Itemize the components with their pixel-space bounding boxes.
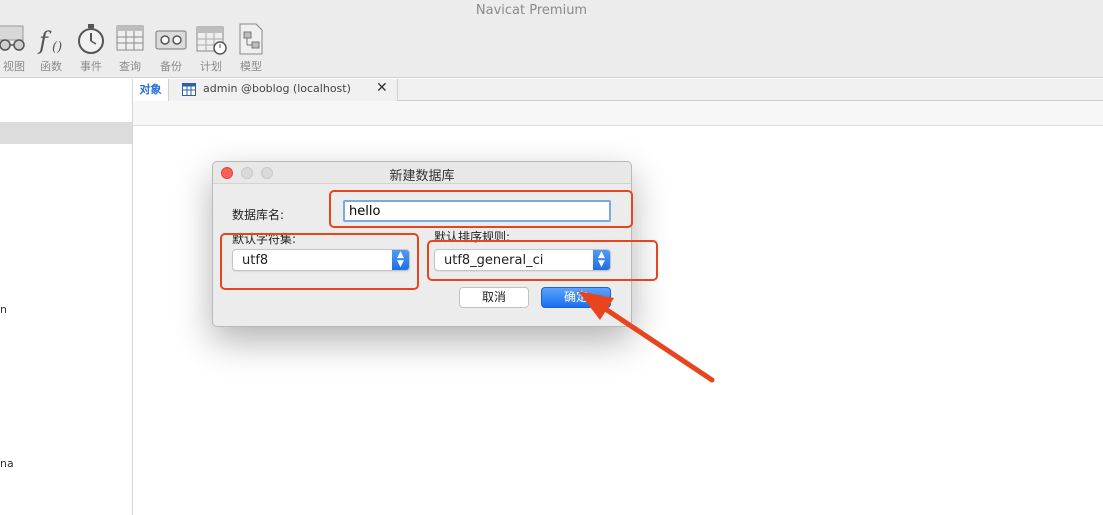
charset-select[interactable]: utf8 ▲ ▼ xyxy=(232,249,410,271)
tab-bar: 对象 admin @boblog (localhost) ✕ xyxy=(133,79,1103,101)
close-icon[interactable]: ✕ xyxy=(376,80,388,96)
tab-table-label: admin @boblog (localhost) xyxy=(203,82,351,95)
dialog-title: 新建数据库 xyxy=(389,169,455,184)
toolbar-model-button[interactable]: 模型 xyxy=(231,22,271,74)
database-name-label: 数据库名: xyxy=(232,208,285,222)
toolbar-query-button[interactable]: 查询 xyxy=(110,22,150,74)
query-table-icon xyxy=(116,25,144,51)
stopwatch-icon xyxy=(78,24,104,54)
database-name-input[interactable] xyxy=(343,200,611,222)
chevron-updown-icon: ▲ ▼ xyxy=(392,250,409,270)
toolbar-backup-label: 备份 xyxy=(160,60,182,73)
collation-select[interactable]: utf8_general_ci ▲ ▼ xyxy=(434,249,611,271)
calendar-schedule-icon xyxy=(196,26,227,55)
glasses-view-icon xyxy=(0,25,25,51)
model-diagram-icon xyxy=(239,23,263,55)
toolbar-event-button[interactable]: 事件 xyxy=(71,22,111,74)
chevron-updown-icon: ▲ ▼ xyxy=(593,250,610,270)
backup-tape-icon xyxy=(155,30,187,50)
toolbar-function-button[interactable]: f () 函数 xyxy=(31,22,71,74)
sidebar-selected-row[interactable] xyxy=(0,122,132,144)
toolbar-query-label: 查询 xyxy=(119,60,141,73)
dialog-titlebar: 新建数据库 xyxy=(213,162,631,184)
toolbar-backup-button[interactable]: 备份 xyxy=(151,22,191,74)
toolbar-event-label: 事件 xyxy=(80,60,102,73)
toolbar-view-button[interactable]: 视图 xyxy=(0,22,34,74)
app-title: Navicat Premium xyxy=(475,3,588,18)
tab-table-admin[interactable]: admin @boblog (localhost) ✕ xyxy=(169,79,398,101)
sidebar-item-fragment[interactable]: n xyxy=(0,303,7,316)
ok-button[interactable]: 确定 xyxy=(541,287,611,308)
sidebar-item-fragment[interactable]: na xyxy=(0,457,14,470)
charset-value: utf8 xyxy=(242,253,269,268)
toolbar-function-label: 函数 xyxy=(40,60,62,73)
toolbar-view-label: 视图 xyxy=(3,60,25,73)
svg-text:(): () xyxy=(52,40,62,55)
toolbar-schedule-button[interactable]: 计划 xyxy=(191,22,231,74)
table-grid-icon xyxy=(182,83,196,96)
collation-value: utf8_general_ci xyxy=(444,253,544,268)
toolbar-model-label: 模型 xyxy=(240,60,262,73)
cancel-button[interactable]: 取消 xyxy=(459,287,529,308)
connection-sidebar[interactable]: n na xyxy=(0,79,133,515)
svg-text:f: f xyxy=(37,27,52,55)
tab-objects[interactable]: 对象 xyxy=(133,79,169,101)
objects-toolbar xyxy=(133,101,1103,126)
charset-label: 默认字符集: xyxy=(232,232,297,246)
collation-label: 默认排序规则: xyxy=(434,230,511,244)
window-titlebar: Navicat Premium 视图 f () 函数 事件 查询 备份 计划 模… xyxy=(0,0,1103,78)
function-fx-icon: f () xyxy=(37,27,62,55)
new-database-dialog: 新建数据库 数据库名: 默认字符集: utf8 ▲▼ 默认排序规则: utf8_… xyxy=(212,161,632,327)
toolbar-schedule-label: 计划 xyxy=(200,60,222,73)
